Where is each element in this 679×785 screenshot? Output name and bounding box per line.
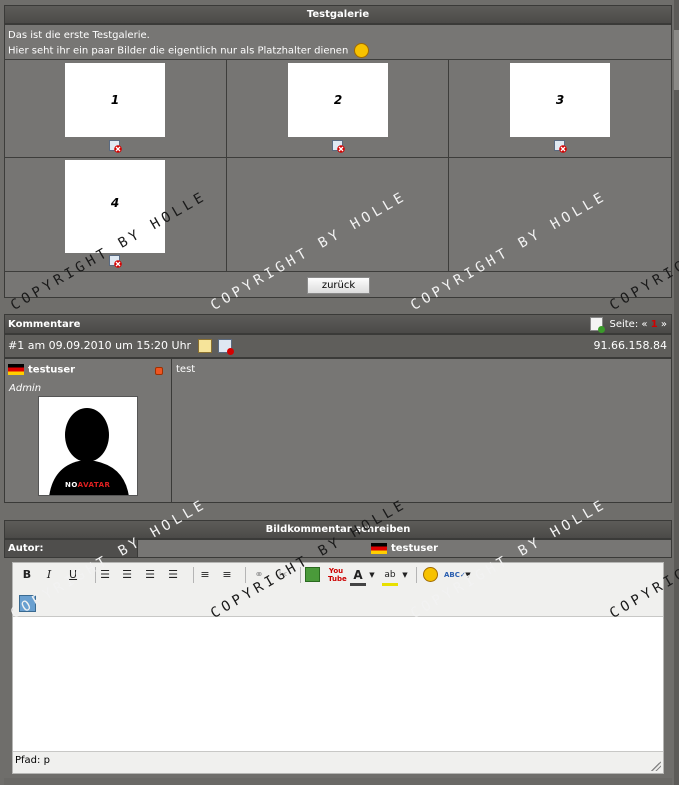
smiley-icon [354, 43, 370, 58]
bold-icon[interactable]: B [19, 567, 35, 583]
current-page: 1 [650, 319, 658, 330]
delete-comment-icon[interactable] [218, 339, 235, 355]
toolbar-separator [245, 567, 246, 583]
comment-header: #1 am 09.09.2010 um 15:20 Uhr 91.66.158.… [4, 334, 672, 358]
spellcheck-icon[interactable]: ABC✓ [444, 567, 466, 583]
comment-text: test [176, 364, 196, 375]
editor: B I U ☰ ☰ ☰ ☰ ≡ ≡ ⚭ ✂ You Tube A ▼ ab ▼ A… [12, 562, 664, 774]
italic-icon[interactable]: I [41, 567, 57, 583]
comment-ip: 91.66.158.84 [593, 339, 667, 352]
description-line-2: Hier seht ihr ein paar Bilder die eigent… [8, 45, 349, 57]
comments-title: Kommentare [8, 319, 81, 330]
align-justify-icon[interactable]: ☰ [165, 567, 181, 583]
german-flag-icon [8, 364, 24, 375]
author-name: testuser [390, 543, 439, 554]
back-button[interactable]: zurück [307, 277, 370, 294]
author-label: Autor: [8, 543, 44, 554]
online-status-icon [155, 367, 163, 375]
gallery-thumbnail-1[interactable]: 1 [65, 63, 165, 137]
scrollbar-thumb[interactable] [674, 30, 679, 90]
unlink-icon[interactable]: ✂ [275, 567, 291, 583]
user-role: Admin [9, 383, 42, 394]
link-icon[interactable]: ⚭ [251, 567, 267, 583]
comment-meta: #1 am 09.09.2010 um 15:20 Uhr [8, 339, 192, 352]
author-label-cell: Autor: [4, 539, 138, 558]
gallery-title-bar: Testgalerie [4, 5, 672, 24]
delete-image-icon[interactable] [332, 140, 345, 153]
comment-body: test [171, 358, 672, 503]
dropdown-arrow-icon[interactable]: ▼ [368, 567, 376, 583]
comment-author: testuser [8, 364, 75, 376]
toolbar-separator [300, 567, 301, 583]
editor-content-area[interactable] [13, 616, 663, 752]
author-value-cell: testuser [137, 539, 672, 558]
gallery-title: Testgalerie [306, 9, 370, 20]
gallery-description: Das ist die erste Testgalerie. Hier seht… [8, 28, 370, 59]
delete-image-icon[interactable] [109, 255, 122, 268]
write-comment-title: Bildkommentar schreiben [265, 524, 411, 535]
toolbar-separator [95, 567, 96, 583]
editor-path: Pfad: p [15, 755, 50, 766]
underline-icon[interactable]: U [65, 567, 81, 583]
toolbar-separator [193, 567, 194, 583]
pages-label: Seite: [609, 319, 639, 330]
align-left-icon[interactable]: ☰ [97, 567, 113, 583]
align-center-icon[interactable]: ☰ [119, 567, 135, 583]
delete-image-icon[interactable] [554, 140, 567, 153]
insert-gallery-image-icon[interactable] [19, 595, 36, 612]
footer-strip [4, 778, 672, 785]
scrollbar[interactable] [674, 0, 679, 785]
align-right-icon[interactable]: ☰ [142, 567, 158, 583]
delete-image-icon[interactable] [109, 140, 122, 153]
highlight-color-icon[interactable]: ab [382, 567, 398, 586]
insert-image-icon[interactable] [305, 567, 320, 582]
comments-title-bar: Kommentare Seite: « 1 » [4, 314, 672, 334]
resize-handle-icon[interactable] [651, 761, 661, 771]
bullet-list-icon[interactable]: ≡ [197, 567, 213, 583]
gallery-thumbnail-2[interactable]: 2 [288, 63, 388, 137]
write-comment-title-bar: Bildkommentar schreiben [4, 520, 672, 539]
description-line-1: Das ist die erste Testgalerie. [8, 30, 150, 41]
page-prev-link[interactable]: « [641, 319, 647, 330]
dropdown-arrow-icon[interactable]: ▼ [401, 567, 409, 583]
add-comment-icon[interactable] [590, 317, 606, 333]
page-next-link[interactable]: » [661, 319, 667, 330]
font-color-icon[interactable]: A [350, 567, 366, 586]
gallery-thumbnail-3[interactable]: 3 [510, 63, 610, 137]
editor-toolbar: B I U ☰ ☰ ☰ ☰ ≡ ≡ ⚭ ✂ You Tube A ▼ ab ▼ A… [13, 563, 663, 616]
comment-author-panel: testuser Admin NOAVATAR [4, 358, 172, 503]
youtube-icon[interactable]: You Tube [328, 567, 347, 583]
username[interactable]: testuser [28, 365, 75, 376]
avatar-text: NOAVATAR [65, 481, 111, 489]
avatar: NOAVATAR [38, 396, 138, 496]
pagination: Seite: « 1 » [590, 315, 667, 334]
gallery-cell-5 [226, 157, 449, 272]
gallery-cell-6 [448, 157, 672, 272]
toolbar-separator [416, 567, 417, 583]
numbered-list-icon[interactable]: ≡ [219, 567, 235, 583]
edit-comment-icon[interactable] [197, 339, 212, 353]
dropdown-arrow-icon[interactable]: ▼ [464, 567, 472, 583]
german-flag-icon [370, 542, 387, 554]
gallery-thumbnail-4[interactable]: 4 [65, 160, 165, 253]
emoticon-icon[interactable] [423, 567, 438, 582]
